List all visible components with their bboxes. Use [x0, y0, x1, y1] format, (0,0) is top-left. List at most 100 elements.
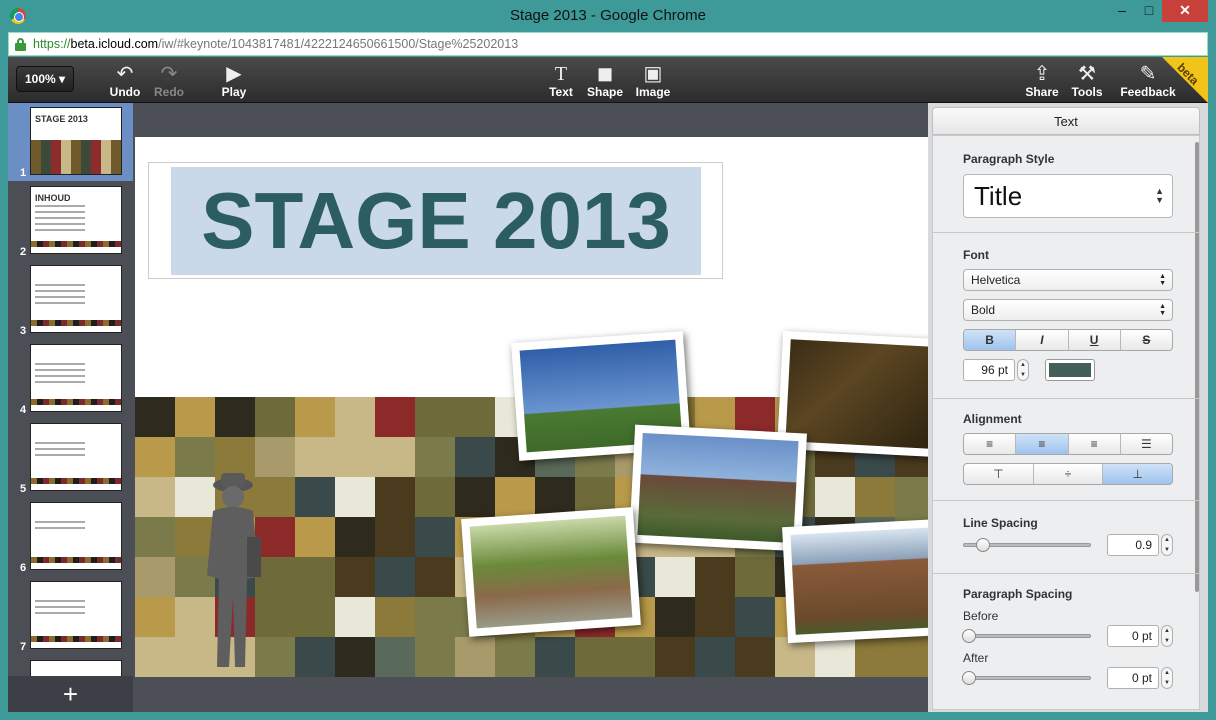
slide-thumbnail[interactable]: 6	[8, 498, 133, 576]
align-left-icon[interactable]: ≡	[964, 434, 1017, 454]
align-bottom-icon[interactable]: ⊥	[1103, 464, 1172, 484]
font-size-stepper[interactable]: ▲ ▼	[1017, 359, 1029, 381]
strikethrough-button[interactable]: S	[1121, 330, 1172, 350]
thumbnail-text	[35, 284, 85, 308]
mosaic-tile	[335, 637, 375, 677]
redo-button[interactable]: ↷ Redo	[141, 63, 197, 99]
divider	[933, 573, 1199, 574]
minimize-button[interactable]: –	[1108, 0, 1136, 22]
after-spacing-stepper[interactable]: ▲ ▼	[1161, 667, 1173, 689]
close-button[interactable]: ✕	[1162, 0, 1208, 22]
zoom-dropdown[interactable]: 100% ▾	[16, 66, 74, 92]
title-bar: Stage 2013 - Google Chrome – □ ✕	[0, 0, 1216, 32]
thumbnail-title: STAGE 2013	[35, 114, 88, 124]
after-label: After	[963, 651, 989, 665]
image-icon: ▣	[643, 63, 663, 85]
before-spacing-stepper[interactable]: ▲ ▼	[1161, 625, 1173, 647]
line-spacing-field[interactable]: 0.9	[1107, 534, 1159, 556]
mosaic-tile	[415, 517, 455, 557]
mosaic-tile	[455, 397, 495, 437]
inspector-body: Paragraph Style Title ▲ ▼ Font Helvetica …	[932, 135, 1200, 710]
font-weight-select[interactable]: Bold ▲ ▼	[963, 299, 1173, 321]
thumbnail-image	[30, 660, 122, 676]
title-textbox[interactable]: STAGE 2013	[148, 162, 723, 279]
slide-number: 3	[20, 325, 27, 337]
add-slide-button[interactable]: +	[8, 676, 133, 712]
underline-button[interactable]: U	[1069, 330, 1121, 350]
slide-thumbnail[interactable]: STAGE 2013 1	[8, 103, 133, 181]
text-selection: STAGE 2013	[171, 167, 701, 275]
align-justify-icon[interactable]: ☰	[1121, 434, 1172, 454]
line-spacing-slider[interactable]	[963, 538, 1091, 552]
mosaic-tile	[735, 637, 775, 677]
wrench-icon: ⚒	[1078, 63, 1096, 85]
mosaic-tile	[375, 637, 415, 677]
mosaic-tile	[895, 477, 928, 517]
mosaic-tile	[895, 637, 928, 677]
thumbnail-title: INHOUD	[35, 193, 71, 203]
inspector-scrollbar[interactable]	[1195, 142, 1199, 592]
mosaic-tile	[135, 477, 175, 517]
mosaic-tile	[815, 637, 855, 677]
chevron-updown-icon: ▲ ▼	[1159, 303, 1166, 317]
slide[interactable]: STAGE 2013	[135, 137, 928, 677]
image-button[interactable]: ▣ Image	[625, 63, 681, 99]
slide-title[interactable]: STAGE 2013	[171, 167, 701, 275]
mosaic-tile	[735, 597, 775, 637]
tab-text[interactable]: Text	[932, 107, 1200, 135]
italic-button[interactable]: I	[1016, 330, 1069, 350]
thumbnail-image	[30, 265, 122, 333]
mosaic-tile	[695, 557, 735, 597]
after-spacing-field[interactable]: 0 pt	[1107, 667, 1159, 689]
slide-thumbnail[interactable]: 5	[8, 419, 133, 497]
align-top-icon[interactable]: ⊤	[964, 464, 1034, 484]
thumbnail-image	[30, 344, 122, 412]
slide-thumbnail[interactable]	[8, 656, 133, 676]
mosaic-tile	[375, 517, 415, 557]
play-button[interactable]: ▶ Play	[206, 63, 262, 99]
slider-knob[interactable]	[962, 629, 976, 643]
mosaic-tile	[295, 557, 335, 597]
font-family-select[interactable]: Helvetica ▲ ▼	[963, 269, 1173, 291]
mosaic-tile	[335, 597, 375, 637]
mosaic-tile	[495, 637, 535, 677]
before-spacing-field[interactable]: 0 pt	[1107, 625, 1159, 647]
mosaic-tile	[415, 557, 455, 597]
plus-icon: +	[62, 679, 79, 709]
slide-thumbnail[interactable]: 7	[8, 577, 133, 655]
slide-thumbnail[interactable]: INHOUD 2	[8, 182, 133, 260]
bold-button[interactable]: B	[964, 330, 1017, 350]
after-spacing-slider[interactable]	[962, 671, 1091, 685]
before-spacing-slider[interactable]	[962, 629, 1091, 643]
thumbnail-text	[35, 205, 85, 235]
tools-button[interactable]: ⚒ Tools	[1059, 63, 1115, 99]
slide-number: 2	[20, 246, 27, 258]
align-right-icon[interactable]: ≡	[1069, 434, 1121, 454]
thumbnail-image: INHOUD	[30, 186, 122, 254]
align-middle-icon[interactable]: ÷	[1034, 464, 1104, 484]
mosaic-tile	[375, 557, 415, 597]
paragraph-style-label: Paragraph Style	[963, 152, 1055, 166]
slider-knob[interactable]	[976, 538, 990, 552]
thumbnail-strip	[31, 557, 121, 563]
mosaic-tile	[695, 597, 735, 637]
slide-number: 1	[20, 167, 27, 179]
thumbnail-strip	[31, 320, 121, 326]
mosaic-tile	[495, 477, 535, 517]
maximize-button[interactable]: □	[1136, 0, 1162, 22]
mosaic-tile	[655, 557, 695, 597]
align-center-icon[interactable]: ≡	[1016, 434, 1069, 454]
text-color-well[interactable]	[1045, 359, 1095, 381]
url-text[interactable]: https://beta.icloud.com/iw/#keynote/1043…	[33, 37, 518, 51]
vertical-alignment-buttons: ⊤ ÷ ⊥	[963, 463, 1173, 485]
mosaic-tile	[295, 397, 335, 437]
beta-badge: beta	[1162, 57, 1208, 103]
slide-thumbnail[interactable]: 4	[8, 340, 133, 418]
slider-knob[interactable]	[962, 671, 976, 685]
font-style-buttons: B I U S	[963, 329, 1173, 351]
slide-thumbnail[interactable]: 3	[8, 261, 133, 339]
font-size-field[interactable]: 96 pt	[963, 359, 1015, 381]
paragraph-style-select[interactable]: Title ▲ ▼	[963, 174, 1173, 218]
address-bar[interactable]: https://beta.icloud.com/iw/#keynote/1043…	[8, 32, 1208, 56]
line-spacing-stepper[interactable]: ▲ ▼	[1161, 534, 1173, 556]
